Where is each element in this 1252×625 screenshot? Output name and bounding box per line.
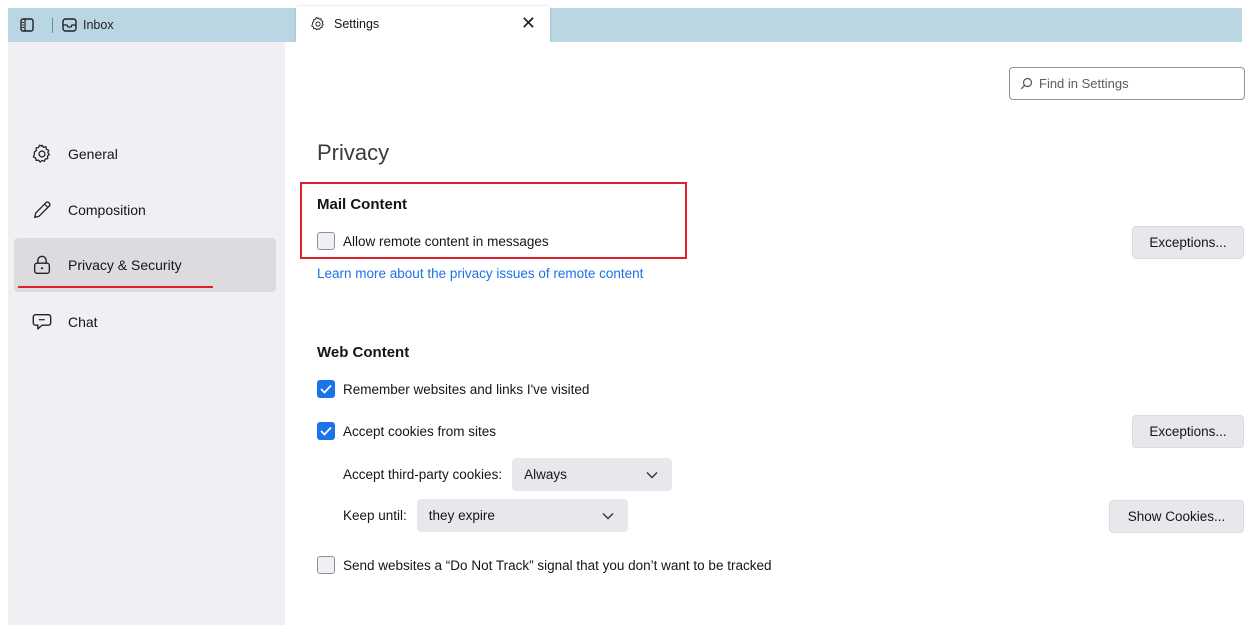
- checkmark-icon: [320, 426, 332, 436]
- chevron-down-icon: [602, 512, 614, 519]
- web-content-heading: Web Content: [317, 344, 410, 361]
- third-party-cookies-label: Accept third-party cookies:: [343, 467, 503, 482]
- tab-settings[interactable]: Settings ✕: [296, 6, 550, 42]
- do-not-track-checkbox[interactable]: [317, 556, 335, 574]
- keep-until-select[interactable]: they expire: [416, 499, 628, 532]
- accept-cookies-checkbox[interactable]: [317, 422, 335, 440]
- remember-websites-label: Remember websites and links I've visited: [343, 381, 590, 397]
- gear-icon: [30, 142, 54, 166]
- checkmark-icon: [320, 384, 332, 394]
- mail-content-heading: Mail Content: [317, 196, 407, 213]
- do-not-track-label: Send websites a “Do Not Track” signal th…: [343, 557, 772, 573]
- chevron-down-icon: [646, 471, 658, 478]
- tab-inbox[interactable]: Inbox: [62, 8, 114, 42]
- pencil-icon: [30, 198, 54, 222]
- cookie-exceptions-button[interactable]: Exceptions...: [1132, 415, 1244, 448]
- chat-icon: [30, 310, 54, 334]
- third-party-cookies-value: Always: [524, 467, 567, 482]
- mail-exceptions-button[interactable]: Exceptions...: [1132, 226, 1244, 259]
- close-icon[interactable]: ✕: [521, 14, 536, 32]
- search-icon: [1020, 77, 1033, 90]
- tab-inbox-label: Inbox: [83, 18, 114, 32]
- third-party-cookies-row: Accept third-party cookies: Always: [343, 458, 673, 491]
- keep-until-value: they expire: [428, 508, 495, 523]
- inbox-icon: [62, 18, 77, 32]
- remember-websites-row[interactable]: Remember websites and links I've visited: [317, 380, 589, 398]
- do-not-track-row[interactable]: Send websites a “Do Not Track” signal th…: [317, 556, 771, 574]
- settings-main: Privacy Mail Content Allow remote conten…: [285, 42, 1252, 625]
- allow-remote-content-label: Allow remote content in messages: [343, 233, 549, 249]
- sidebar-item-chat[interactable]: Chat: [14, 296, 276, 348]
- keep-until-label: Keep until:: [343, 508, 407, 523]
- sidebar-item-label: Composition: [68, 202, 146, 218]
- tab-divider: [52, 18, 53, 33]
- third-party-cookies-select[interactable]: Always: [512, 458, 673, 491]
- sidebar-toggle-icon: [20, 18, 34, 32]
- allow-remote-content-row[interactable]: Allow remote content in messages: [317, 232, 549, 250]
- allow-remote-content-checkbox[interactable]: [317, 232, 335, 250]
- sidebar-item-label: Chat: [68, 314, 98, 330]
- search-field[interactable]: [1009, 67, 1245, 100]
- sidebar-item-general[interactable]: General: [14, 128, 276, 180]
- settings-sidebar: General Composition Privacy & Security C…: [8, 42, 285, 625]
- sidebar-item-label: Privacy & Security: [68, 257, 182, 273]
- lock-icon: [30, 253, 54, 277]
- learn-more-link[interactable]: Learn more about the privacy issues of r…: [317, 266, 643, 281]
- keep-until-row: Keep until: they expire: [343, 499, 628, 532]
- selection-underline-annotation: [18, 286, 213, 288]
- page-title: Privacy: [317, 140, 390, 165]
- accept-cookies-label: Accept cookies from sites: [343, 423, 497, 439]
- tab-bar: Inbox Settings ✕: [0, 0, 1252, 42]
- tab-settings-label: Settings: [334, 17, 380, 31]
- folder-pane-toggle[interactable]: [14, 8, 40, 42]
- gear-icon: [311, 17, 324, 31]
- sidebar-item-label: General: [68, 146, 118, 162]
- show-cookies-button[interactable]: Show Cookies...: [1109, 500, 1244, 533]
- accept-cookies-row[interactable]: Accept cookies from sites: [317, 422, 496, 440]
- sidebar-item-privacy-security[interactable]: Privacy & Security: [14, 238, 276, 292]
- search-input[interactable]: [1039, 76, 1229, 91]
- tab-strip: Inbox Settings ✕: [8, 6, 1242, 42]
- remember-websites-checkbox[interactable]: [317, 380, 335, 398]
- sidebar-item-composition[interactable]: Composition: [14, 184, 276, 236]
